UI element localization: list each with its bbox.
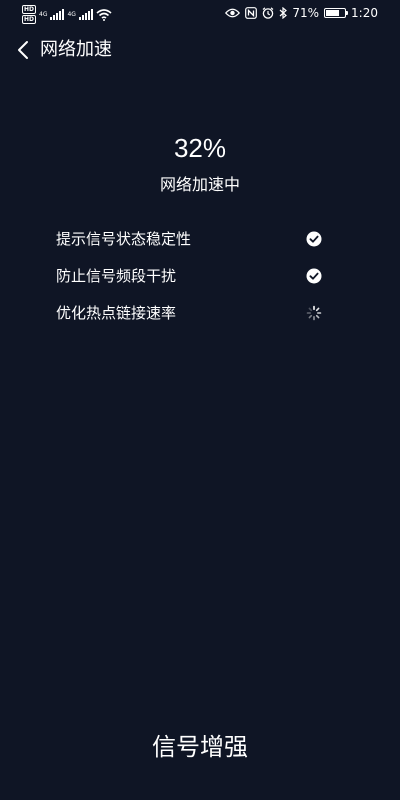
hd-badge-icon: HD <box>22 5 37 14</box>
battery-level <box>326 10 340 16</box>
task-label: 提示信号状态稳定性 <box>56 229 192 248</box>
sim-badges: HD HD <box>22 5 37 24</box>
check-circle-icon <box>306 268 322 284</box>
alarm-icon <box>262 7 274 19</box>
hd-badge-icon: HD <box>22 15 37 24</box>
wifi-icon <box>96 8 112 21</box>
status-bar: HD HD 4G 4G 71% 1:20 <box>0 0 400 28</box>
battery-icon <box>324 8 349 18</box>
bluetooth-icon <box>279 7 288 19</box>
task-item: 防止信号频段干扰 <box>56 257 326 294</box>
eye-icon <box>225 8 241 18</box>
task-label: 优化热点链接速率 <box>56 303 177 322</box>
nfc-icon <box>245 7 258 19</box>
network-type-2: 4G <box>67 10 76 18</box>
task-label: 防止信号频段干扰 <box>56 266 177 285</box>
signal-icon <box>50 9 65 20</box>
check-circle-icon <box>306 231 322 247</box>
signal-boost-button[interactable]: 信号增强 <box>0 722 400 772</box>
battery-percent: 71% <box>292 6 320 20</box>
signal-icon <box>78 9 93 20</box>
chevron-left-icon[interactable] <box>14 39 34 61</box>
task-list: 提示信号状态稳定性 防止信号频段干扰 优化热点链接速率 <box>56 220 326 331</box>
status-bar-right: 71% 1:20 <box>225 6 378 20</box>
network-type-1: 4G <box>39 10 48 18</box>
task-item: 提示信号状态稳定性 <box>56 220 326 257</box>
status-bar-left: HD HD 4G 4G <box>22 5 112 24</box>
page-title: 网络加速 <box>40 39 112 60</box>
header: 网络加速 <box>0 36 400 64</box>
progress-percent: 32% <box>173 133 227 163</box>
task-item: 优化热点链接速率 <box>56 294 326 331</box>
clock: 1:20 <box>351 6 378 20</box>
spinner-icon <box>306 305 322 321</box>
progress-status: 网络加速中 <box>159 175 240 194</box>
